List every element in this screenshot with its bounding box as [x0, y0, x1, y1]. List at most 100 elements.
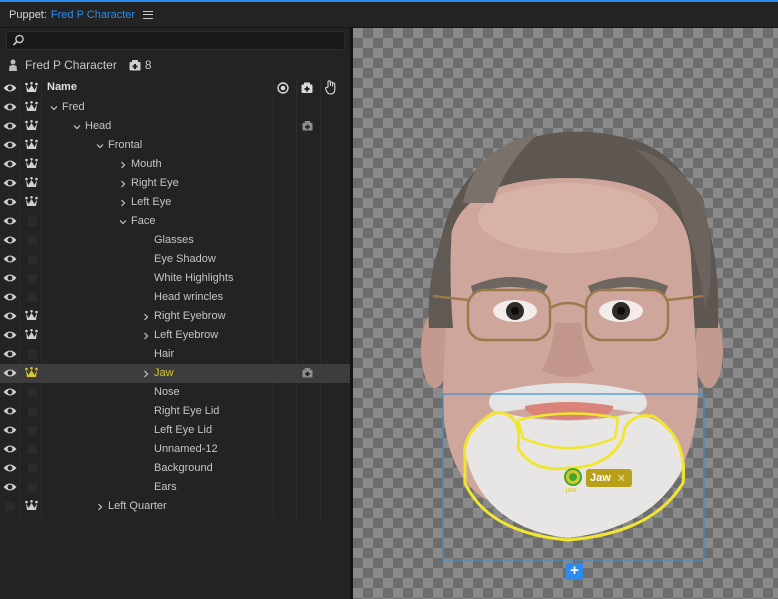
eye-icon[interactable] — [3, 216, 17, 229]
chevron-down-icon[interactable] — [50, 103, 58, 111]
crown-icon[interactable] — [25, 196, 38, 211]
layer-row-right-eye-lid[interactable]: Right Eye Lid — [0, 402, 350, 421]
layer-row-glasses[interactable]: Glasses — [0, 231, 350, 250]
crown-icon[interactable] — [25, 139, 38, 154]
layer-row-right-eyebrow[interactable]: Right Eyebrow — [0, 307, 350, 326]
scene-canvas[interactable]: Jaw ✕ jaw + — [353, 28, 778, 599]
layer-row-frontal[interactable]: Frontal — [0, 136, 350, 155]
chevron-right-icon[interactable] — [119, 179, 127, 188]
layer-row-head-wrincles[interactable]: Head wrincles — [0, 288, 350, 307]
eye-icon[interactable] — [3, 292, 17, 305]
independence-toggle[interactable] — [28, 217, 37, 226]
layer-label: Left Eye — [131, 196, 172, 208]
hand-column-icon[interactable] — [325, 80, 338, 95]
eye-icon[interactable] — [3, 349, 17, 362]
layer-row-white-highlights[interactable]: White Highlights — [0, 269, 350, 288]
tag-icon[interactable] — [302, 121, 313, 134]
eye-icon[interactable] — [3, 102, 17, 115]
layer-row-mouth[interactable]: Mouth — [0, 155, 350, 174]
eye-icon[interactable] — [3, 197, 17, 210]
puppet-title-name[interactable]: Fred P Character — [51, 9, 135, 21]
eye-icon[interactable] — [3, 425, 17, 438]
eye-icon[interactable] — [3, 273, 17, 286]
independence-toggle[interactable] — [28, 274, 37, 283]
record-column-icon[interactable] — [277, 82, 289, 94]
independence-toggle[interactable] — [28, 388, 37, 397]
chevron-right-icon[interactable] — [119, 198, 127, 207]
layer-row-eye-shadow[interactable]: Eye Shadow — [0, 250, 350, 269]
search-input[interactable] — [6, 31, 345, 50]
layer-row-right-eye[interactable]: Right Eye — [0, 174, 350, 193]
chevron-right-icon[interactable] — [142, 331, 150, 340]
layer-row-nose[interactable]: Nose — [0, 383, 350, 402]
tag-column-icon[interactable] — [301, 82, 313, 94]
forehead-shape — [478, 183, 658, 253]
independence-toggle[interactable] — [28, 255, 37, 264]
layer-row-left-quarter[interactable]: Left Quarter — [0, 497, 350, 516]
independence-toggle[interactable] — [28, 464, 37, 473]
eye-icon[interactable] — [3, 482, 17, 495]
eye-icon[interactable] — [3, 254, 17, 267]
layer-row-fred[interactable]: Fred — [0, 98, 350, 117]
chevron-down-icon[interactable] — [119, 217, 127, 225]
crown-icon[interactable] — [25, 177, 38, 192]
layer-label: Head wrincles — [154, 291, 224, 303]
name-column-header[interactable]: Name — [47, 81, 77, 93]
tag-icon[interactable] — [302, 368, 313, 381]
layer-label: Glasses — [154, 234, 194, 246]
visibility-toggle[interactable] — [5, 502, 14, 511]
eye-icon[interactable] — [3, 330, 17, 343]
independence-toggle[interactable] — [28, 293, 37, 302]
layer-label: Head — [85, 120, 112, 132]
eye-icon[interactable] — [3, 444, 17, 457]
independence-toggle[interactable] — [28, 407, 37, 416]
layer-row-jaw[interactable]: Jaw — [0, 364, 350, 383]
independence-toggle[interactable] — [28, 426, 37, 435]
layer-row-left-eye-lid[interactable]: Left Eye Lid — [0, 421, 350, 440]
hamburger-menu-icon[interactable] — [143, 10, 154, 19]
chevron-down-icon[interactable] — [73, 122, 81, 130]
independence-toggle[interactable] — [28, 483, 37, 492]
layer-row-ears[interactable]: Ears — [0, 478, 350, 497]
layer-row-hair[interactable]: Hair — [0, 345, 350, 364]
crown-icon[interactable] — [25, 310, 38, 325]
independence-toggle[interactable] — [28, 445, 37, 454]
independence-toggle[interactable] — [28, 236, 37, 245]
eye-icon[interactable] — [3, 406, 17, 419]
crown-icon[interactable] — [25, 367, 38, 382]
layer-row-left-eyebrow[interactable]: Left Eyebrow — [0, 326, 350, 345]
eye-icon[interactable] — [3, 235, 17, 248]
add-button[interactable]: + — [566, 563, 583, 580]
eye-icon[interactable] — [3, 140, 17, 153]
crown-icon[interactable] — [25, 101, 38, 116]
jaw-handle-tag[interactable]: Jaw ✕ — [586, 469, 633, 487]
crown-icon[interactable] — [25, 120, 38, 135]
chevron-right-icon[interactable] — [119, 160, 127, 169]
crown-icon[interactable] — [25, 500, 38, 515]
layer-row-face[interactable]: Face — [0, 212, 350, 231]
chevron-down-icon[interactable] — [96, 141, 104, 149]
chevron-right-icon[interactable] — [96, 502, 104, 511]
independence-toggle[interactable] — [28, 350, 37, 359]
visibility-column-icon — [3, 84, 17, 92]
eye-icon[interactable] — [3, 121, 17, 134]
jaw-tag-label: Jaw — [590, 472, 611, 484]
layer-label: Right Eye — [131, 177, 179, 189]
eye-icon[interactable] — [3, 368, 17, 381]
crown-icon[interactable] — [25, 329, 38, 344]
jaw-handle[interactable] — [564, 468, 582, 486]
eye-icon[interactable] — [3, 311, 17, 324]
layer-row-head[interactable]: Head — [0, 117, 350, 136]
eye-icon[interactable] — [3, 463, 17, 476]
crown-icon[interactable] — [25, 158, 38, 173]
layer-row-unnamed-12[interactable]: Unnamed-12 — [0, 440, 350, 459]
layer-row-left-eye[interactable]: Left Eye — [0, 193, 350, 212]
chevron-right-icon[interactable] — [142, 369, 150, 378]
eye-icon[interactable] — [3, 159, 17, 172]
chevron-right-icon[interactable] — [142, 312, 150, 321]
eye-icon[interactable] — [3, 387, 17, 400]
layer-row-background[interactable]: Background — [0, 459, 350, 478]
close-icon[interactable]: ✕ — [617, 472, 626, 485]
layer-label: Face — [131, 215, 156, 227]
eye-icon[interactable] — [3, 178, 17, 191]
